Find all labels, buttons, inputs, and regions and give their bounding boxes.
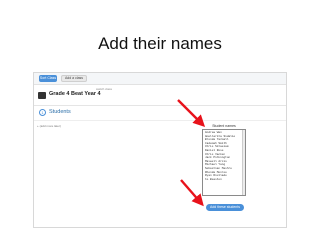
divider [34, 120, 286, 121]
list-item: to Beaston [205, 177, 222, 181]
app-screenshot: Sort Class Add a class switch class Grad… [33, 72, 287, 228]
add-class-button[interactable]: Add a class [61, 75, 87, 82]
slide-title: Add their names [98, 34, 222, 53]
students-label: Students [49, 109, 71, 115]
class-title: Grade 4 Beat Year 4 [49, 91, 101, 97]
student-names-panel: Student names Andrew Wan Amellarita Sida… [202, 124, 246, 198]
scrollbar[interactable] [242, 130, 245, 195]
add-more-note: + (add more later) [37, 124, 61, 128]
toolbar: Sort Class Add a class [34, 73, 286, 85]
step-number-badge: 1 [39, 109, 46, 116]
add-students-button[interactable]: Add these students [206, 204, 244, 211]
class-header: switch class Grade 4 Beat Year 4 [34, 86, 286, 106]
sort-class-button[interactable]: Sort Class [39, 75, 57, 82]
class-icon [38, 92, 46, 99]
students-section-header: 1 Students [34, 107, 164, 119]
student-names-textarea[interactable]: Andrew Wan Amellarita Sidalio Brenda Yaz… [202, 129, 246, 196]
